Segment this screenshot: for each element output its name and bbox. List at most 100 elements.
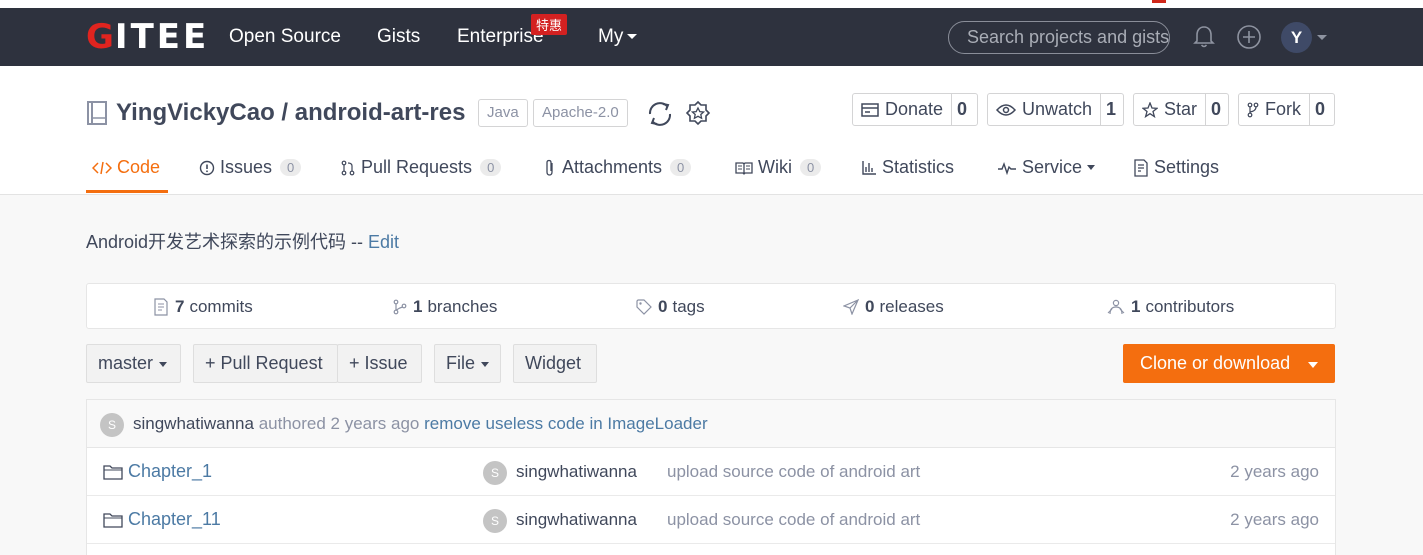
tab-service[interactable]: Service — [997, 157, 1096, 178]
branch-select[interactable]: master — [86, 344, 181, 383]
active-tab-indicator — [86, 190, 168, 193]
new-issue-button[interactable]: + Issue — [337, 344, 422, 383]
tags-count: 0 — [658, 297, 668, 316]
contributors-label: contributors — [1145, 297, 1235, 316]
branches-label: branches — [427, 297, 498, 316]
repo-name-link[interactable]: YingVickyCao / android-art-res — [116, 99, 465, 127]
widget-button[interactable]: Widget — [513, 344, 597, 383]
pulse-icon — [998, 161, 1016, 175]
file-name-link[interactable]: Chapter_1 — [103, 461, 212, 482]
file-list: S singwhatiwanna authored 2 years ago re… — [86, 399, 1336, 555]
tab-attachments[interactable]: Attachments 0 — [543, 157, 692, 178]
donate-icon — [861, 102, 879, 117]
tab-statistics-label: Statistics — [882, 157, 955, 177]
user-avatar[interactable]: Y — [1281, 22, 1312, 53]
tab-settings-label: Settings — [1154, 157, 1220, 177]
issue-icon — [199, 160, 215, 175]
unwatch-button[interactable]: Unwatch 1 — [987, 93, 1124, 126]
license-tag[interactable]: Apache-2.0 — [533, 99, 628, 127]
commit-author-link[interactable]: singwhatiwanna — [133, 414, 254, 433]
commits-icon — [154, 298, 168, 316]
donate-button[interactable]: Donate 0 — [852, 93, 978, 126]
unwatch-count: 1 — [1100, 94, 1121, 125]
nav-open-source[interactable]: Open Source — [229, 26, 341, 48]
commits-count: 7 — [175, 297, 185, 316]
clone-download-button[interactable]: Clone or download — [1123, 344, 1335, 383]
repo-description: Android开发艺术探索的示例代码 -- Edit — [86, 228, 399, 254]
folder-icon — [103, 464, 123, 480]
bell-icon[interactable] — [1191, 24, 1217, 50]
stat-releases[interactable]: 0 releases — [843, 297, 944, 317]
commit-message-link[interactable]: remove useless code in ImageLoader — [424, 414, 708, 433]
tab-settings[interactable]: Settings — [1133, 157, 1219, 178]
tab-pull-requests-count: 0 — [480, 159, 502, 176]
edit-description-link[interactable]: Edit — [368, 232, 399, 252]
tag-icon — [636, 299, 652, 315]
chevron-down-icon — [627, 34, 638, 40]
fork-button[interactable]: Fork 0 — [1238, 93, 1335, 126]
nav-my[interactable]: My — [598, 26, 638, 48]
chevron-down-icon — [1087, 165, 1096, 170]
donate-label: Donate — [885, 99, 944, 119]
tab-issues-count: 0 — [280, 159, 302, 176]
tab-wiki[interactable]: Wiki 0 — [735, 157, 822, 178]
code-icon — [92, 161, 112, 174]
file-name: Chapter_1 — [128, 461, 213, 481]
nav-gists[interactable]: Gists — [377, 26, 420, 48]
pull-request-icon — [341, 160, 355, 175]
donate-count: 0 — [951, 94, 972, 125]
latest-commit-text: singwhatiwanna authored 2 years ago remo… — [133, 414, 708, 434]
chevron-down-icon[interactable] — [1317, 35, 1327, 40]
file-author-avatar[interactable]: S — [483, 509, 507, 533]
commits-label: commits — [189, 297, 253, 316]
plus-circle-icon[interactable] — [1236, 24, 1262, 50]
send-icon — [843, 299, 859, 315]
chevron-down-icon — [481, 361, 490, 367]
star-button[interactable]: Star 0 — [1133, 93, 1229, 126]
description-text: Android开发艺术探索的示例代码 -- — [86, 232, 369, 252]
file-author-avatar[interactable]: S — [483, 461, 507, 485]
enterprise-badge: 特惠 — [531, 14, 568, 35]
file-commit-message[interactable]: upload source code of android art — [667, 510, 920, 530]
latest-commit-row: S singwhatiwanna authored 2 years ago re… — [87, 400, 1335, 448]
logo-text: ITEE — [114, 17, 210, 57]
file-name-link[interactable]: Chapter_11 — [103, 509, 221, 530]
tab-attachments-count: 0 — [670, 159, 692, 176]
star-label: Star — [1164, 99, 1198, 119]
file-author-link[interactable]: singwhatiwanna — [516, 462, 637, 482]
stat-commits[interactable]: 7 commits — [153, 297, 253, 317]
file-author-link[interactable]: singwhatiwanna — [516, 510, 637, 530]
tab-pull-requests[interactable]: Pull Requests 0 — [340, 157, 502, 178]
contributors-count: 1 — [1131, 297, 1141, 316]
file-commit-message[interactable]: upload source code of android art — [667, 462, 920, 482]
settings-doc-icon — [1134, 158, 1148, 177]
commit-author-avatar[interactable]: S — [100, 413, 124, 437]
paperclip-icon — [546, 159, 553, 176]
tab-code[interactable]: Code — [92, 157, 160, 178]
sync-icon[interactable] — [646, 100, 674, 128]
tab-wiki-label: Wiki — [758, 157, 792, 177]
folder-icon — [103, 512, 123, 528]
nav-my-label: My — [598, 26, 624, 47]
gitee-logo[interactable]: G ITEE — [86, 17, 210, 57]
recommend-badge-icon[interactable] — [685, 100, 711, 128]
repo-stats-bar: 7 commits 1 branches 0 tags 0 releases 1 cont… — [86, 283, 1336, 329]
unwatch-label: Unwatch — [1022, 99, 1093, 119]
tags-label: tags — [672, 297, 705, 316]
eye-icon — [996, 103, 1016, 116]
stat-contributors[interactable]: 1 contributors — [1107, 297, 1234, 317]
file-menu-button[interactable]: File — [434, 344, 501, 383]
stat-branches[interactable]: 1 branches — [393, 297, 497, 317]
search-input[interactable]: Search projects and gists — [948, 21, 1170, 54]
language-tag[interactable]: Java — [478, 99, 528, 127]
repo-book-icon — [87, 101, 107, 125]
new-pull-request-button[interactable]: + Pull Request — [193, 344, 338, 383]
tab-wiki-count: 0 — [800, 159, 822, 176]
contributors-icon — [1107, 299, 1125, 315]
releases-label: releases — [879, 297, 944, 316]
tab-issues[interactable]: Issues 0 — [199, 157, 302, 178]
commit-authored-time: authored 2 years ago — [258, 414, 420, 433]
tab-statistics[interactable]: Statistics — [861, 157, 954, 178]
stat-tags[interactable]: 0 tags — [636, 297, 705, 317]
branches-count: 1 — [413, 297, 423, 316]
